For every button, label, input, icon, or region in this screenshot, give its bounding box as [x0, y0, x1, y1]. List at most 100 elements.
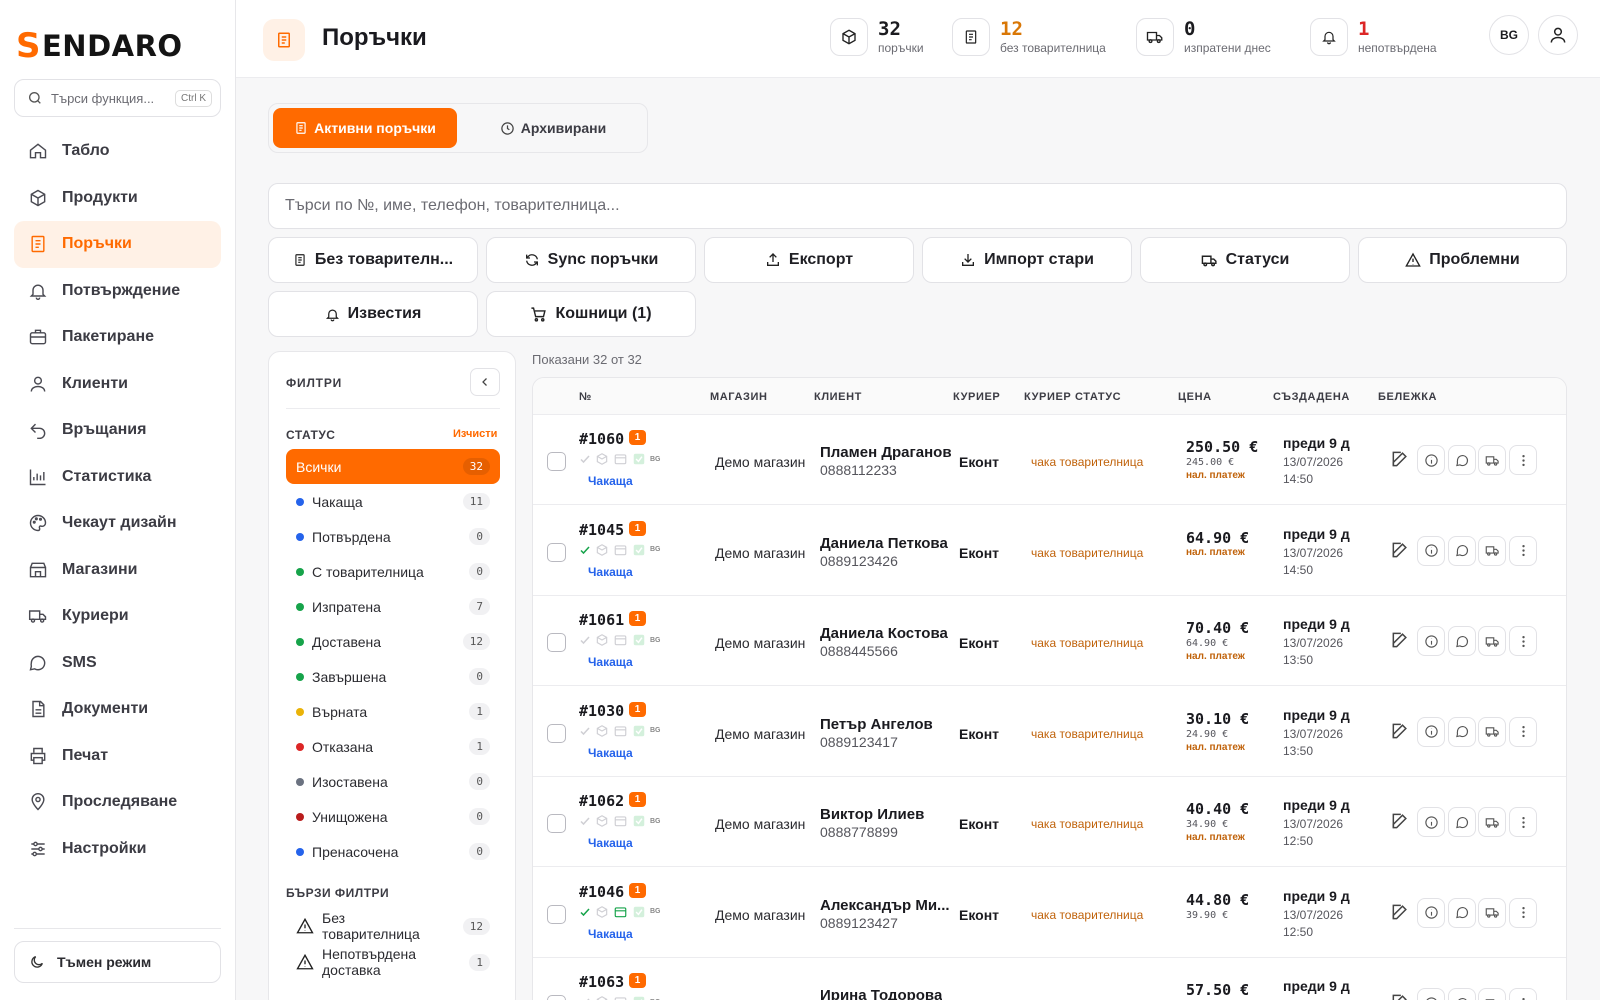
column-header[interactable]: КУРИЕР — [953, 391, 1000, 403]
edit-note-button[interactable] — [1390, 811, 1410, 836]
table-row[interactable]: #1046 1 BG Чакаща Демо магазин Александър Ми.… — [533, 868, 1566, 958]
row-action-chat[interactable] — [1448, 716, 1476, 747]
sidebar-item-1[interactable]: Продукти — [14, 175, 221, 222]
client-name[interactable]: Даниела Костова — [820, 625, 948, 642]
sidebar-item-2[interactable]: Поръчки — [14, 221, 221, 268]
row-checkbox[interactable] — [547, 452, 566, 471]
status-filter-item[interactable]: Потвърдена 0 — [286, 519, 500, 554]
row-checkbox[interactable] — [547, 633, 566, 652]
row-action-info[interactable] — [1417, 535, 1445, 566]
row-action-chat[interactable] — [1448, 626, 1476, 656]
row-checkbox[interactable] — [547, 723, 566, 743]
table-row[interactable]: #1045 1 BG Чакаща Демо магазин Даниела Петков… — [533, 506, 1566, 596]
export-button[interactable]: Експорт — [704, 237, 914, 283]
sidebar-item-3[interactable]: Потвърждение — [14, 268, 221, 315]
carts-button[interactable]: Кошници (1) — [486, 291, 696, 337]
clear-filters-link[interactable]: Изчисти — [453, 428, 497, 440]
row-action-more-vertical[interactable] — [1509, 445, 1537, 475]
import-old-button[interactable]: Импорт стари — [922, 237, 1132, 283]
tab-archived[interactable]: Архивирани — [461, 108, 645, 148]
sidebar-item-6[interactable]: Връщания — [14, 407, 221, 454]
sidebar-item-10[interactable]: Куриери — [14, 593, 221, 640]
client-name[interactable]: Даниела Петкова — [820, 535, 948, 552]
row-action-more-vertical[interactable] — [1509, 897, 1537, 928]
orders-search-input[interactable]: Търси по №, име, телефон, товарителница.… — [268, 183, 1567, 229]
sidebar-item-7[interactable]: Статистика — [14, 454, 221, 501]
sidebar-item-9[interactable]: Магазини — [14, 547, 221, 594]
row-action-more-vertical[interactable] — [1509, 716, 1537, 747]
column-header[interactable]: КЛИЕНТ — [814, 391, 862, 403]
sidebar-item-15[interactable]: Настройки — [14, 826, 221, 873]
status-filter-item[interactable]: Чакаща 11 — [286, 484, 500, 519]
row-action-truck[interactable] — [1478, 807, 1506, 837]
edit-note-button[interactable] — [1390, 992, 1410, 1000]
row-action-info[interactable] — [1417, 716, 1445, 747]
column-header[interactable]: СЪЗДАДЕНА — [1273, 391, 1350, 403]
table-row[interactable]: #1061 1 BG Чакаща Демо магазин Даниела Костов… — [533, 596, 1566, 686]
sidebar-item-8[interactable]: Чекаут дизайн — [14, 500, 221, 547]
status-filter-item[interactable]: Върната 1 — [286, 694, 500, 729]
client-name[interactable]: Ирина Тодорова — [820, 987, 942, 1000]
row-action-info[interactable] — [1417, 445, 1445, 475]
order-id[interactable]: #1060 — [579, 430, 624, 448]
edit-note-button[interactable] — [1390, 721, 1410, 746]
client-name[interactable]: Виктор Илиев — [820, 806, 924, 823]
sidebar-item-0[interactable]: Табло — [14, 128, 221, 175]
sidebar-search-input[interactable]: Търси функция... Ctrl K — [14, 79, 221, 117]
column-header[interactable]: БЕЛЕЖКА — [1378, 391, 1437, 403]
row-action-more-vertical[interactable] — [1509, 626, 1537, 656]
sidebar-item-11[interactable]: SMS — [14, 640, 221, 687]
language-button[interactable]: BG — [1489, 15, 1529, 55]
row-action-info[interactable] — [1417, 988, 1445, 1000]
sidebar-item-13[interactable]: Печат — [14, 733, 221, 780]
sidebar-item-4[interactable]: Пакетиране — [14, 314, 221, 361]
order-id[interactable]: #1063 — [579, 973, 624, 991]
problematic-button[interactable]: Проблемни — [1358, 237, 1567, 283]
edit-note-button[interactable] — [1390, 449, 1410, 474]
status-filter-item[interactable]: Изпратена 7 — [286, 589, 500, 624]
row-action-truck[interactable] — [1478, 988, 1506, 1000]
no-waybill-button[interactable]: Без товарителн... — [268, 237, 478, 283]
row-action-chat[interactable] — [1448, 535, 1476, 566]
client-name[interactable]: Петър Ангелов — [820, 716, 933, 733]
row-action-chat[interactable] — [1448, 807, 1476, 837]
status-filter-item[interactable]: Доставена 12 — [286, 624, 500, 659]
status-filter-item[interactable]: Пренасочена 0 — [286, 834, 500, 869]
order-id[interactable]: #1030 — [579, 702, 624, 720]
column-header[interactable]: ЦЕНА — [1178, 391, 1212, 403]
column-header[interactable]: № — [579, 391, 592, 403]
order-id[interactable]: #1061 — [579, 611, 624, 629]
row-action-truck[interactable] — [1478, 716, 1506, 747]
row-action-chat[interactable] — [1448, 897, 1476, 928]
row-action-more-vertical[interactable] — [1509, 807, 1537, 837]
row-action-truck[interactable] — [1478, 626, 1506, 656]
client-name[interactable]: Пламен Драганов — [820, 444, 952, 461]
order-id[interactable]: #1062 — [579, 792, 624, 810]
row-action-info[interactable] — [1417, 626, 1445, 656]
status-filter-item[interactable]: Отказана 1 — [286, 729, 500, 764]
row-action-info[interactable] — [1417, 807, 1445, 837]
row-action-more-vertical[interactable] — [1509, 988, 1537, 1000]
status-filter-item[interactable]: Всички 32 — [286, 449, 500, 484]
notifications-button[interactable]: Известия — [268, 291, 478, 337]
sidebar-item-5[interactable]: Клиенти — [14, 361, 221, 408]
table-row[interactable]: #1060 1 BG Чакаща Демо магазин Пламен Драгано… — [533, 415, 1566, 505]
order-id[interactable]: #1045 — [579, 521, 624, 539]
row-action-more-vertical[interactable] — [1509, 535, 1537, 566]
table-row[interactable]: #1062 1 BG Чакаща Демо магазин Виктор Илиев 08… — [533, 777, 1566, 867]
row-action-truck[interactable] — [1478, 535, 1506, 566]
row-action-chat[interactable] — [1448, 445, 1476, 475]
row-action-info[interactable] — [1417, 897, 1445, 928]
status-filter-item[interactable]: Унищожена 0 — [286, 799, 500, 834]
edit-note-button[interactable] — [1390, 902, 1410, 927]
column-header[interactable]: МАГАЗИН — [710, 391, 768, 403]
sidebar-item-12[interactable]: Документи — [14, 686, 221, 733]
row-checkbox[interactable] — [547, 995, 566, 1000]
quick-filter-item[interactable]: Непотвърдена доставка 1 — [286, 944, 500, 980]
row-checkbox[interactable] — [547, 904, 566, 924]
table-row[interactable]: #10631BGДемо магазинИрина ТодороваЕконтч… — [533, 958, 1566, 1000]
row-action-chat[interactable] — [1448, 988, 1476, 1000]
status-filter-item[interactable]: Завършена 0 — [286, 659, 500, 694]
statuses-button[interactable]: Статуси — [1140, 237, 1350, 283]
edit-note-button[interactable] — [1390, 540, 1410, 565]
